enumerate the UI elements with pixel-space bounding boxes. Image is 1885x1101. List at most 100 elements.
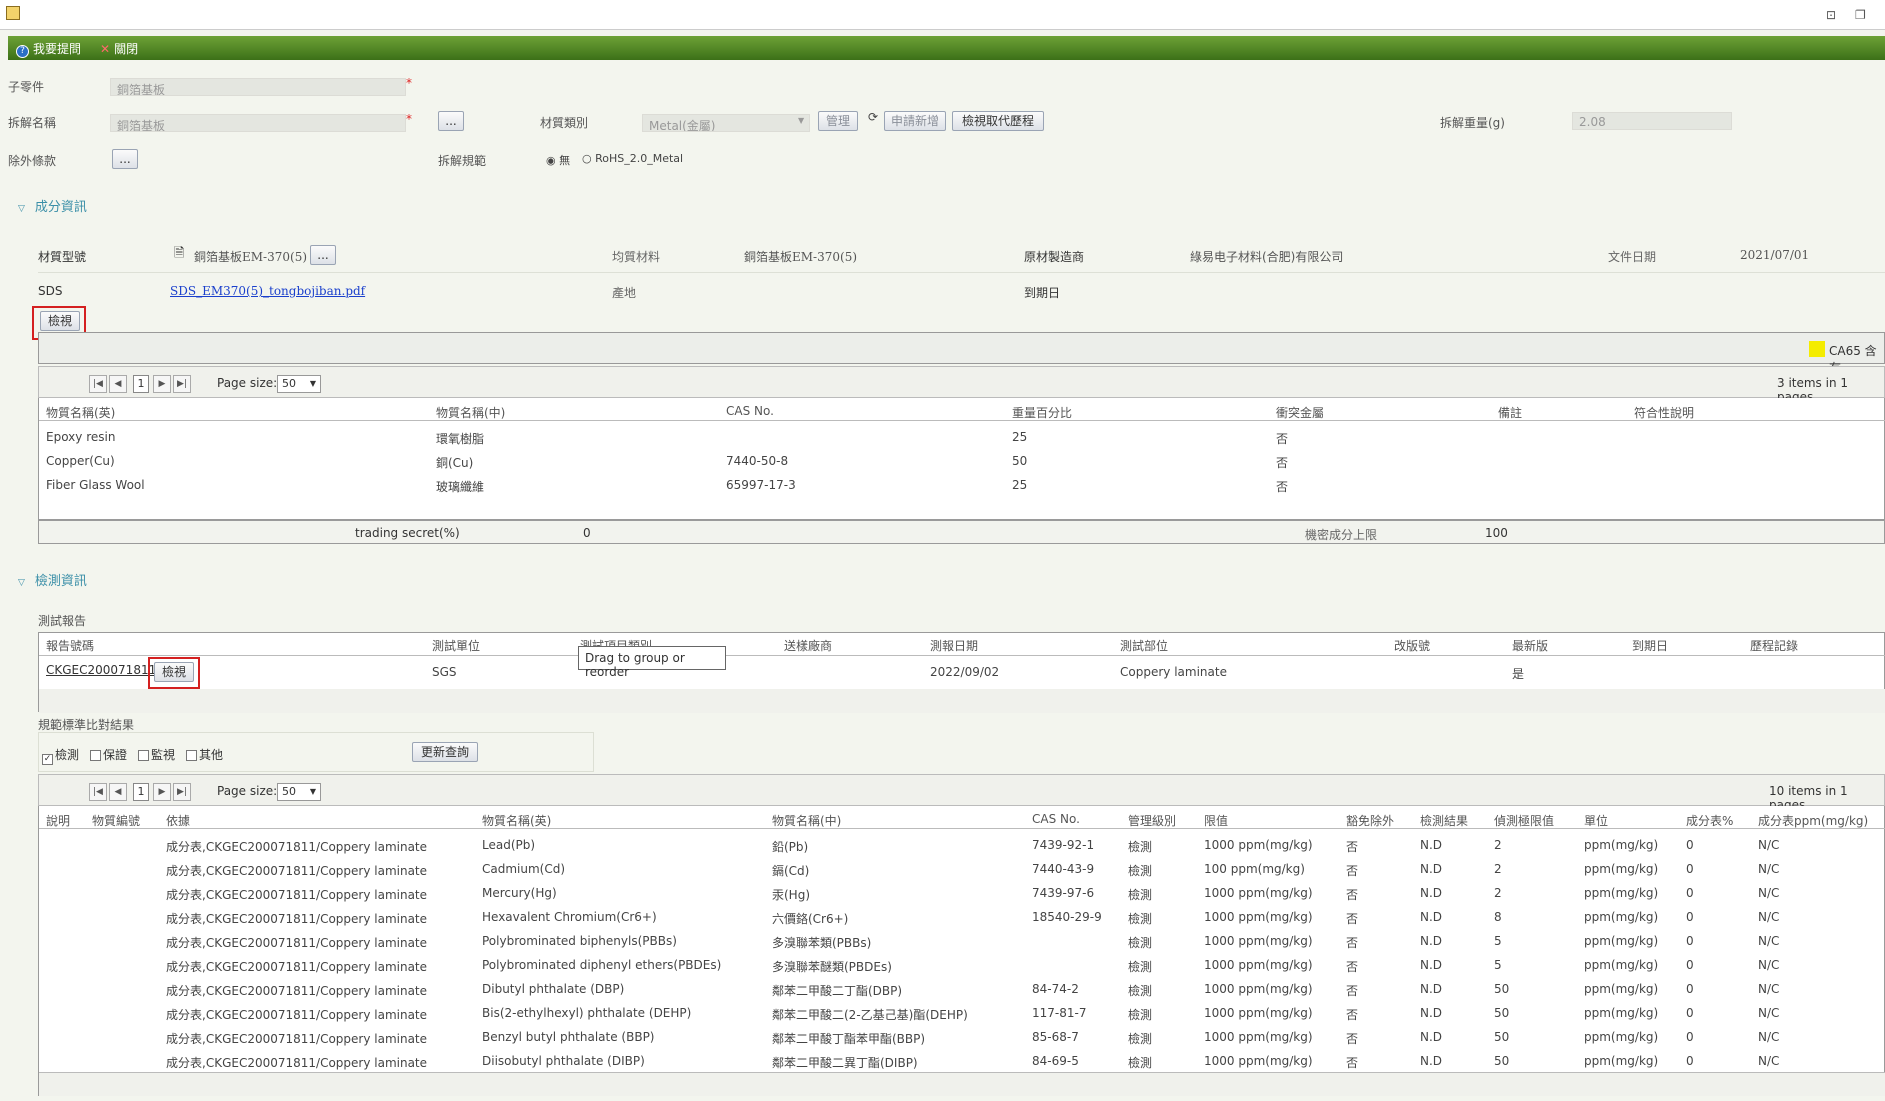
col-header[interactable]: 單位 [1584,812,1608,829]
col-header[interactable]: 符合性說明 [1634,404,1694,421]
col-header[interactable]: CAS No. [1032,812,1080,826]
col-header[interactable]: 衝突金屬 [1276,404,1324,421]
last-page-icon[interactable]: ▶| [173,783,191,801]
cell: Bis(2-ethylhexyl) phthalate (DEHP) [482,1006,692,1020]
cell: 2 [1494,886,1502,900]
col-header[interactable]: 備註 [1498,404,1522,421]
cell: 鎘(Cd) [772,864,810,878]
cell: 50 [1494,1030,1510,1044]
composition-view-button[interactable]: 檢視 [40,311,80,331]
cell: 2 [1494,838,1502,852]
material-type-select[interactable]: Metal(金屬) [642,114,810,132]
next-page-icon[interactable]: ▶ [153,783,171,801]
cell: N.D [1420,838,1443,852]
next-page-icon[interactable]: ▶ [153,375,171,393]
cell: 2 [1494,862,1502,876]
prev-page-icon[interactable]: ◀ [109,783,127,801]
first-page-icon[interactable]: |◀ [89,783,107,801]
filter-test-checkbox[interactable]: ✓ 檢測 [42,746,79,765]
filter-warranty-checkbox[interactable]: 保證 [90,746,127,763]
dismantle-name-browse-button[interactable]: ... [438,111,464,131]
last-page-icon[interactable]: ▶| [173,375,191,393]
col-header[interactable]: 說明 [46,812,70,829]
restore-icon[interactable]: ❐ [1855,8,1866,22]
cell: 檢測 [1128,1032,1153,1046]
spec-radio-rohs[interactable]: ○ RoHS_2.0_Metal [582,152,683,165]
prev-page-icon[interactable]: ◀ [109,375,127,393]
cell: 否 [1346,864,1359,878]
first-page-icon[interactable]: |◀ [89,375,107,393]
page-number[interactable]: 1 [133,783,149,801]
cell: 檢測 [1128,984,1153,998]
toolbar: ? 我要提問 ✕ 關閉 [8,36,1885,60]
cell: 84-74-2 [1032,982,1079,996]
sub-part-field[interactable]: 銅箔基板 [110,78,406,96]
cell: 檢測 [1128,888,1153,902]
report-view-button[interactable]: 檢視 [154,662,194,682]
composition-section-header[interactable]: ▽ 成分資訊 [18,196,87,215]
col-header[interactable]: 測試單位 [432,637,480,654]
view-replace-history-button[interactable]: 檢視取代歷程 [952,111,1044,131]
chevron-down-icon: ▼ [798,116,805,125]
minimize-icon[interactable]: ⊡ [1826,8,1836,22]
col-header[interactable]: 限值 [1204,812,1228,829]
col-header[interactable]: CAS No. [726,404,774,418]
weight-field[interactable]: 2.08 [1572,112,1732,130]
page-size-select[interactable]: 50 [277,375,321,393]
col-header[interactable]: 豁免除外 [1346,812,1394,829]
homogeneous-label: 均質材料 [612,250,661,264]
cell: 100 ppm(mg/kg) [1204,862,1305,876]
page-number[interactable]: 1 [133,375,149,393]
dismantle-name-field[interactable]: 銅箔基板 [110,114,406,132]
cell: 否 [1346,1008,1359,1022]
col-header[interactable]: 物質名稱(中) [436,404,505,421]
cell: 50 [1494,982,1510,996]
cell: N/C [1758,934,1780,948]
col-header[interactable]: 重量百分比 [1012,404,1072,421]
col-header[interactable]: 物質編號 [92,812,140,829]
cell: 7440-50-8 [726,454,789,468]
cell: 成分表,CKGEC200071811/Coppery laminate [166,864,428,878]
col-header[interactable]: 物質名稱(英) [482,812,551,829]
cell: 成分表,CKGEC200071811/Coppery laminate [166,960,428,974]
test-section-header[interactable]: ▽ 檢測資訊 [18,570,87,589]
col-header[interactable]: 報告號碼 [46,637,94,654]
sds-file-link[interactable]: SDS_EM370(5)_tongbojiban.pdf [170,284,365,298]
cell: N.D [1420,1030,1443,1044]
cell: 7440-43-9 [1032,862,1095,876]
help-button[interactable]: ? 我要提問 [16,40,81,58]
col-header[interactable]: 檢測結果 [1420,812,1468,829]
filter-other-checkbox[interactable]: 其他 [186,746,223,763]
close-button[interactable]: ✕ 關閉 [100,40,138,57]
filter-monitor-checkbox[interactable]: 監視 [138,746,175,763]
col-header[interactable]: 最新版 [1512,637,1548,654]
col-header[interactable]: 偵測極限值 [1494,812,1554,829]
header-divider [39,655,1885,656]
window-titlebar: ⊡ ❐ [0,0,1885,30]
col-header[interactable]: 管理級別 [1128,812,1176,829]
col-header[interactable]: 到期日 [1632,637,1668,654]
cell: 檢測 [1128,864,1153,878]
col-header[interactable]: 成分表ppm(mg/kg) [1758,812,1868,829]
refresh-icon[interactable]: ⟳ [868,110,878,124]
cell: N.D [1420,934,1443,948]
col-header[interactable]: 物質名稱(中) [772,812,841,829]
apply-new-button[interactable]: 申請新增 [884,111,946,131]
col-header[interactable]: 測報日期 [930,637,978,654]
manage-button[interactable]: 管理 [818,111,858,131]
col-header[interactable]: 測試部位 [1120,637,1168,654]
exception-browse-button[interactable]: ... [112,149,138,169]
col-header[interactable]: 物質名稱(英) [46,404,115,421]
col-header[interactable]: 送樣廠商 [784,637,832,654]
report-number-link[interactable]: CKGEC200071811 [46,663,156,677]
secret-limit-label: 機密成分上限 [1305,528,1378,542]
col-header[interactable]: 依據 [166,812,190,829]
refresh-query-button[interactable]: 更新查詢 [412,742,478,762]
cell: 0 [1686,838,1694,852]
col-header[interactable]: 改版號 [1394,637,1430,654]
spec-radio-none[interactable]: ◉ 無 [546,152,570,168]
material-no-browse-button[interactable]: ... [310,245,336,265]
col-header[interactable]: 歷程記錄 [1750,637,1798,654]
col-header[interactable]: 成分表% [1686,812,1733,829]
page-size-select[interactable]: 50 [277,783,321,801]
